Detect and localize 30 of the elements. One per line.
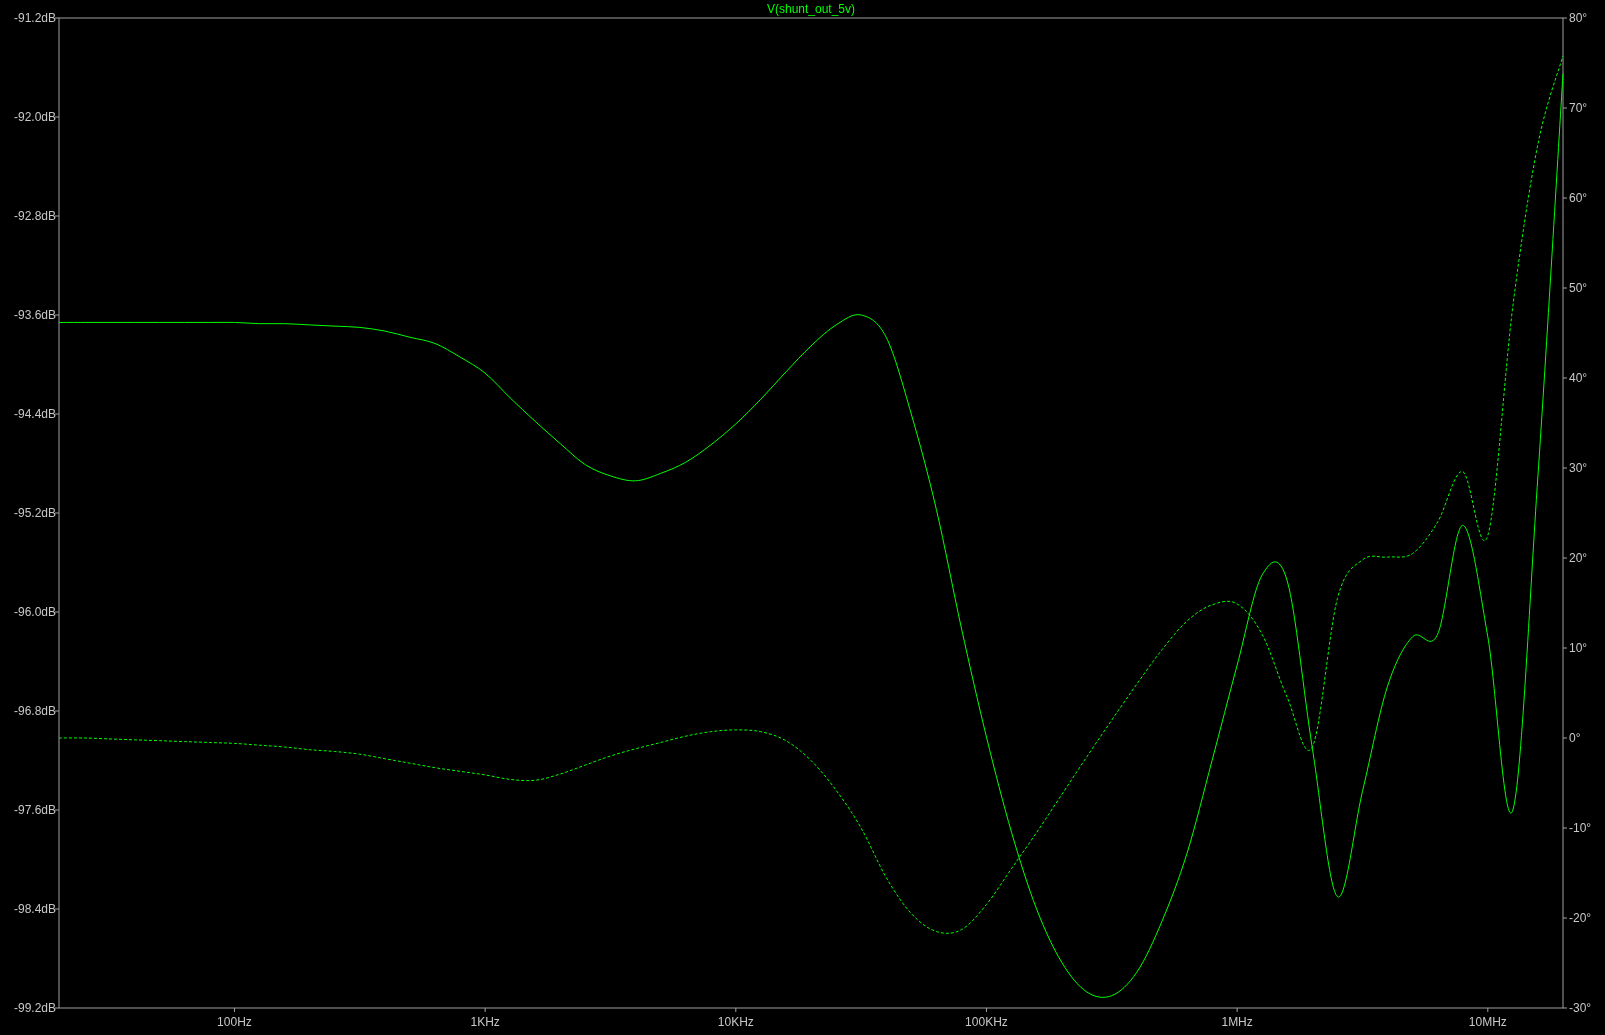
x-axis-label: 100Hz <box>217 1015 252 1029</box>
y-axis-label: -97.6dB <box>13 803 56 817</box>
y-axis-label: 80° <box>1569 11 1588 25</box>
y-axis-label: -30° <box>1569 1001 1592 1015</box>
y-axis-label: -96.8dB <box>13 704 56 718</box>
y-axis-label: 30° <box>1569 461 1588 475</box>
y-axis-label: -95.2dB <box>13 506 56 520</box>
x-axis-label: 1MHz <box>1221 1015 1253 1029</box>
y-axis-label: -92.8dB <box>13 209 56 223</box>
y-axis-label: -96.0dB <box>13 605 56 619</box>
y-axis-label: -99.2dB <box>13 1001 56 1015</box>
y-axis-label: 0° <box>1569 731 1581 745</box>
y-axis-label: -94.4dB <box>13 407 56 421</box>
y-axis-label: -98.4dB <box>13 902 56 916</box>
y-axis-label: 60° <box>1569 191 1588 205</box>
y-axis-label: -93.6dB <box>13 308 56 322</box>
y-axis-label: -20° <box>1569 911 1592 925</box>
x-axis-label: 1KHz <box>470 1015 500 1029</box>
y-axis-label: -10° <box>1569 821 1592 835</box>
y-axis-label: 70° <box>1569 101 1588 115</box>
y-axis-label: 50° <box>1569 281 1588 295</box>
x-axis-label: 10MHz <box>1468 1015 1507 1029</box>
y-axis-label: 10° <box>1569 641 1588 655</box>
x-axis-label: 100KHz <box>965 1015 1008 1029</box>
trace-title: V(shunt_out_5v) <box>766 2 856 16</box>
y-axis-label: -92.0dB <box>13 110 56 124</box>
x-axis-label: 10KHz <box>717 1015 754 1029</box>
y-axis-label: -91.2dB <box>13 11 56 25</box>
y-axis-label: 20° <box>1569 551 1588 565</box>
y-axis-label: 40° <box>1569 371 1588 385</box>
